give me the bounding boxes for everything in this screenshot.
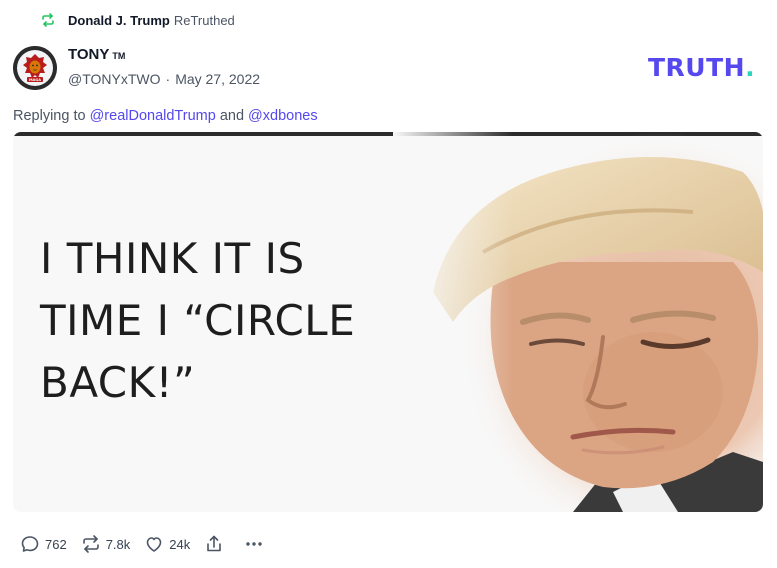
- author-display-name[interactable]: TONY TM: [68, 46, 125, 63]
- share-button[interactable]: [204, 534, 224, 554]
- avatar-badge-text: MAGA: [29, 78, 41, 82]
- like-count: 24k: [169, 536, 191, 552]
- meme-line-3: BACK!”: [40, 358, 196, 407]
- more-button[interactable]: [244, 534, 264, 554]
- meta-separator: ·: [165, 71, 171, 87]
- post-image[interactable]: I THINK IT IS TIME I “CIRCLE BACK!”: [13, 132, 763, 512]
- trademark-mark: TM: [112, 51, 126, 61]
- logo-text: TRUTH: [648, 53, 746, 82]
- mention-link-1[interactable]: @realDonaldTrump: [90, 108, 216, 124]
- retruth-action-icon: [82, 535, 99, 553]
- reply-button[interactable]: 762: [20, 534, 67, 554]
- retruth-user-link[interactable]: Donald J. Trump: [68, 13, 170, 28]
- author-handle[interactable]: @TONYxTWO: [68, 71, 161, 87]
- mention-link-2[interactable]: @xdbones: [248, 108, 318, 124]
- share-icon: [207, 535, 222, 552]
- retruth-label: ReTruthed: [173, 12, 235, 28]
- replying-prefix: Replying to: [13, 108, 86, 124]
- retruth-icon: [42, 13, 54, 27]
- retruth-header: Donald J. Trump ReTruthed: [40, 11, 235, 29]
- avatar[interactable]: MAGA: [13, 46, 57, 90]
- like-button[interactable]: 24k: [144, 534, 190, 554]
- more-icon: [246, 542, 262, 546]
- heart-icon: [146, 537, 162, 552]
- truth-logo: TRUTH.: [648, 54, 755, 82]
- replying-conj: and: [219, 108, 245, 124]
- action-bar: 762 7.8k 24k: [20, 533, 278, 555]
- retruth-count: 7.8k: [105, 536, 131, 552]
- retruth-button[interactable]: 7.8k: [81, 534, 131, 554]
- author-name-text: TONY: [68, 46, 110, 63]
- author-meta: @TONYxTWO · May 27, 2022: [68, 71, 260, 87]
- replying-to-line: Replying to @realDonaldTrump and @xdbone…: [13, 108, 318, 124]
- post-date[interactable]: May 27, 2022: [175, 71, 260, 87]
- meme-line-1: I THINK IT IS: [40, 234, 305, 283]
- comment-icon: [21, 536, 39, 552]
- reply-count: 762: [45, 536, 67, 552]
- meme-caption: I THINK IT IS TIME I “CIRCLE BACK!”: [40, 228, 355, 414]
- meme-line-2: TIME I “CIRCLE: [40, 296, 356, 345]
- logo-dot: .: [745, 53, 756, 82]
